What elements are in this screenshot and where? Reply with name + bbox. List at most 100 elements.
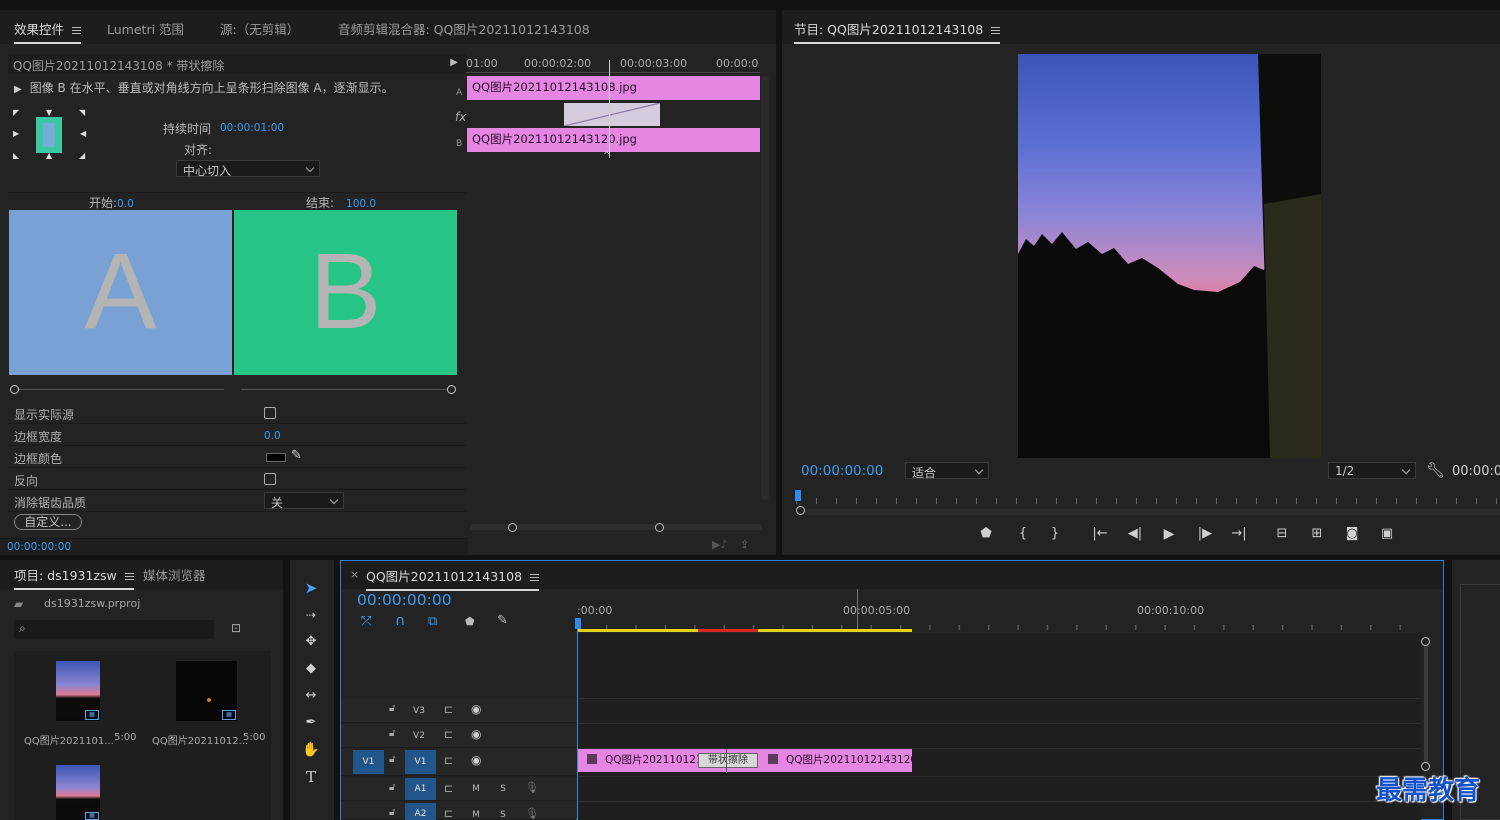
- mark-out-icon[interactable]: }: [1045, 526, 1065, 541]
- arrow-ne-icon[interactable]: ◥: [79, 108, 85, 117]
- program-scrub-handle[interactable]: [796, 506, 805, 515]
- program-playhead-marker[interactable]: [795, 490, 801, 501]
- lift-icon[interactable]: ⊟: [1272, 526, 1292, 541]
- fit-dropdown[interactable]: 适合: [905, 462, 989, 480]
- arrow-s-icon[interactable]: ▲: [46, 151, 52, 160]
- ec-zoom-handle-right[interactable]: [655, 523, 664, 532]
- tab-program[interactable]: 节目: QQ图片20211012143108: [794, 19, 1001, 44]
- track-label-v3[interactable]: V3: [405, 706, 433, 716]
- effect-controls-time[interactable]: 00:00:00:00: [7, 541, 71, 553]
- track-label-v2[interactable]: V2: [405, 731, 433, 741]
- tl-vscroll-handle-top[interactable]: [1421, 637, 1430, 646]
- track-source-v1[interactable]: V1: [353, 750, 384, 774]
- step-forward-icon[interactable]: |▶: [1195, 526, 1215, 541]
- tab-project[interactable]: 项目: ds1931zsw: [14, 565, 134, 590]
- disclosure-triangle-icon[interactable]: ▶: [14, 84, 22, 95]
- sync-lock-icon[interactable]: ⊏: [444, 807, 453, 820]
- go-to-out-icon[interactable]: →|: [1229, 526, 1249, 541]
- comparison-view-icon[interactable]: ▣: [1377, 526, 1397, 541]
- timeline-settings-wrench-icon[interactable]: ✎: [497, 613, 508, 628]
- tab-lumetri-scopes[interactable]: Lumetri 范围: [107, 19, 184, 38]
- ec-export-icon[interactable]: ⇪: [740, 538, 749, 551]
- close-icon[interactable]: ×: [350, 568, 359, 581]
- eye-icon[interactable]: ◉: [471, 753, 481, 767]
- go-to-in-icon[interactable]: |←: [1090, 526, 1110, 541]
- tl-playhead-marker[interactable]: [575, 618, 581, 629]
- program-timecode[interactable]: 00:00:00:00: [801, 463, 883, 479]
- transition-thumbnail[interactable]: [36, 117, 62, 153]
- nest-toggle-icon[interactable]: ⤱: [361, 614, 371, 629]
- timeline-transition[interactable]: 带状擦除: [698, 753, 758, 768]
- project-item-1-thumbnail[interactable]: ▦: [56, 661, 100, 721]
- timeline-timecode[interactable]: 00:00:00:00: [357, 591, 452, 609]
- arrow-w-icon[interactable]: ▶: [13, 129, 19, 138]
- arrow-se-icon[interactable]: ◢: [79, 151, 85, 160]
- microphone-icon[interactable]: 🎙︎: [525, 807, 539, 820]
- tab-audio-clip-mixer[interactable]: 音频剪辑混合器: QQ图片20211012143108: [338, 19, 590, 38]
- arrow-n-icon[interactable]: ▼: [46, 108, 52, 117]
- ec-mini-scrollbar[interactable]: [761, 76, 769, 500]
- ec-transition-block[interactable]: [564, 103, 660, 126]
- lock-icon[interactable]: 🔓︎: [389, 703, 395, 714]
- tab-effect-controls[interactable]: 效果控件: [14, 19, 82, 44]
- eyedropper-icon[interactable]: ✎: [291, 448, 302, 463]
- new-search-bin-icon[interactable]: ⊡: [231, 621, 241, 635]
- program-ruler[interactable]: [796, 488, 1500, 504]
- ec-zoom-handle-left[interactable]: [508, 523, 517, 532]
- snap-icon[interactable]: ∩: [395, 613, 405, 629]
- wrench-icon[interactable]: 🔧︎: [1426, 461, 1445, 479]
- mute-button[interactable]: M: [471, 784, 481, 794]
- tab-sequence[interactable]: QQ图片20211012143108: [366, 566, 540, 591]
- eye-icon[interactable]: ◉: [471, 702, 481, 716]
- arrow-sw-icon[interactable]: ◣: [13, 151, 19, 160]
- sync-lock-icon[interactable]: ⊏: [444, 782, 453, 795]
- lock-icon[interactable]: 🔓︎: [389, 754, 395, 765]
- ripple-edit-tool-icon[interactable]: ✥: [300, 631, 322, 653]
- show-actual-checkbox[interactable]: [264, 407, 276, 419]
- reverse-checkbox[interactable]: [264, 473, 276, 485]
- linked-selection-icon[interactable]: ⧉: [428, 614, 437, 629]
- project-item-3-thumbnail[interactable]: ▦: [56, 765, 100, 820]
- solo-button[interactable]: S: [498, 810, 508, 820]
- razor-tool-icon[interactable]: ◆: [300, 658, 322, 680]
- align-dropdown[interactable]: 中心切入: [176, 160, 320, 178]
- mark-in-icon[interactable]: {: [1013, 526, 1033, 541]
- selection-tool-icon[interactable]: ➤: [300, 577, 322, 599]
- play-triangle-icon[interactable]: ▶: [450, 57, 458, 68]
- sync-lock-icon[interactable]: ⊏: [444, 754, 453, 767]
- hand-tool-icon[interactable]: ✋: [300, 739, 322, 761]
- border-width-value[interactable]: 0.0: [264, 430, 281, 442]
- border-color-swatch[interactable]: [266, 453, 286, 462]
- mute-button[interactable]: M: [471, 810, 481, 820]
- lock-icon[interactable]: 🔓︎: [389, 728, 395, 739]
- program-video-frame[interactable]: [1018, 54, 1321, 458]
- custom-button[interactable]: 自定义...: [14, 514, 82, 530]
- microphone-icon[interactable]: 🎙︎: [525, 781, 539, 794]
- start-slider-track[interactable]: [18, 389, 224, 390]
- track-label-a2[interactable]: A2: [405, 803, 436, 820]
- lock-icon[interactable]: 🔓︎: [389, 807, 395, 818]
- program-scrub-track[interactable]: [805, 509, 1500, 515]
- solo-button[interactable]: S: [498, 784, 508, 794]
- ec-clip-b[interactable]: QQ图片20211012143120.jpg: [467, 128, 760, 152]
- tab-source[interactable]: 源:（无剪辑）: [220, 19, 299, 38]
- pen-tool-icon[interactable]: ✒: [300, 712, 322, 734]
- add-marker-icon[interactable]: ⬟: [465, 615, 475, 628]
- sync-lock-icon[interactable]: ⊏: [444, 728, 453, 741]
- export-frame-icon[interactable]: ◙: [1342, 526, 1362, 541]
- arrow-nw-icon[interactable]: ◤: [13, 108, 19, 117]
- play-icon[interactable]: ▶: [1159, 526, 1179, 542]
- resolution-dropdown[interactable]: 1/2: [1328, 462, 1416, 479]
- eye-icon[interactable]: ◉: [471, 727, 481, 741]
- slip-tool-icon[interactable]: ↔: [300, 685, 322, 707]
- panel-menu-icon[interactable]: [72, 27, 82, 34]
- extract-icon[interactable]: ⊞: [1307, 526, 1327, 541]
- track-label-a1[interactable]: A1: [405, 778, 436, 800]
- start-slider-handle[interactable]: [10, 385, 19, 394]
- panel-menu-icon[interactable]: [124, 573, 134, 580]
- end-slider-track[interactable]: [241, 389, 447, 390]
- project-item-2-thumbnail[interactable]: ▦: [176, 661, 237, 721]
- lock-icon[interactable]: 🔓︎: [389, 782, 395, 793]
- track-select-tool-icon[interactable]: ⇢: [300, 604, 322, 626]
- antialias-dropdown[interactable]: 关: [264, 492, 344, 510]
